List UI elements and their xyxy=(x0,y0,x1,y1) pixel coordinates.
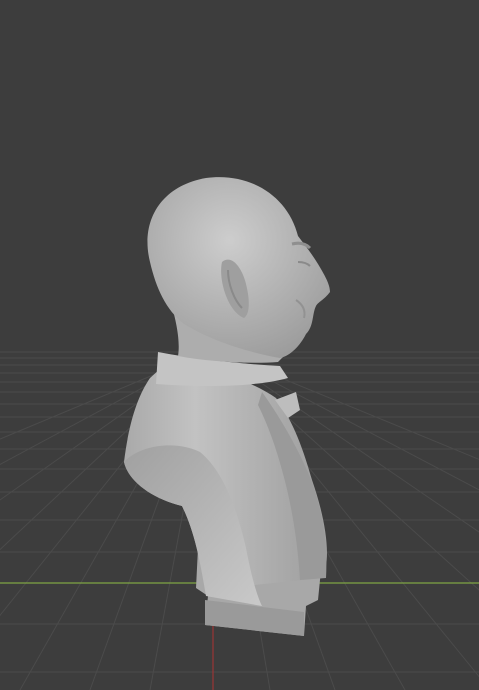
bust-model[interactable] xyxy=(124,177,330,636)
viewport-scene xyxy=(0,177,479,690)
3d-viewport[interactable] xyxy=(0,0,479,690)
